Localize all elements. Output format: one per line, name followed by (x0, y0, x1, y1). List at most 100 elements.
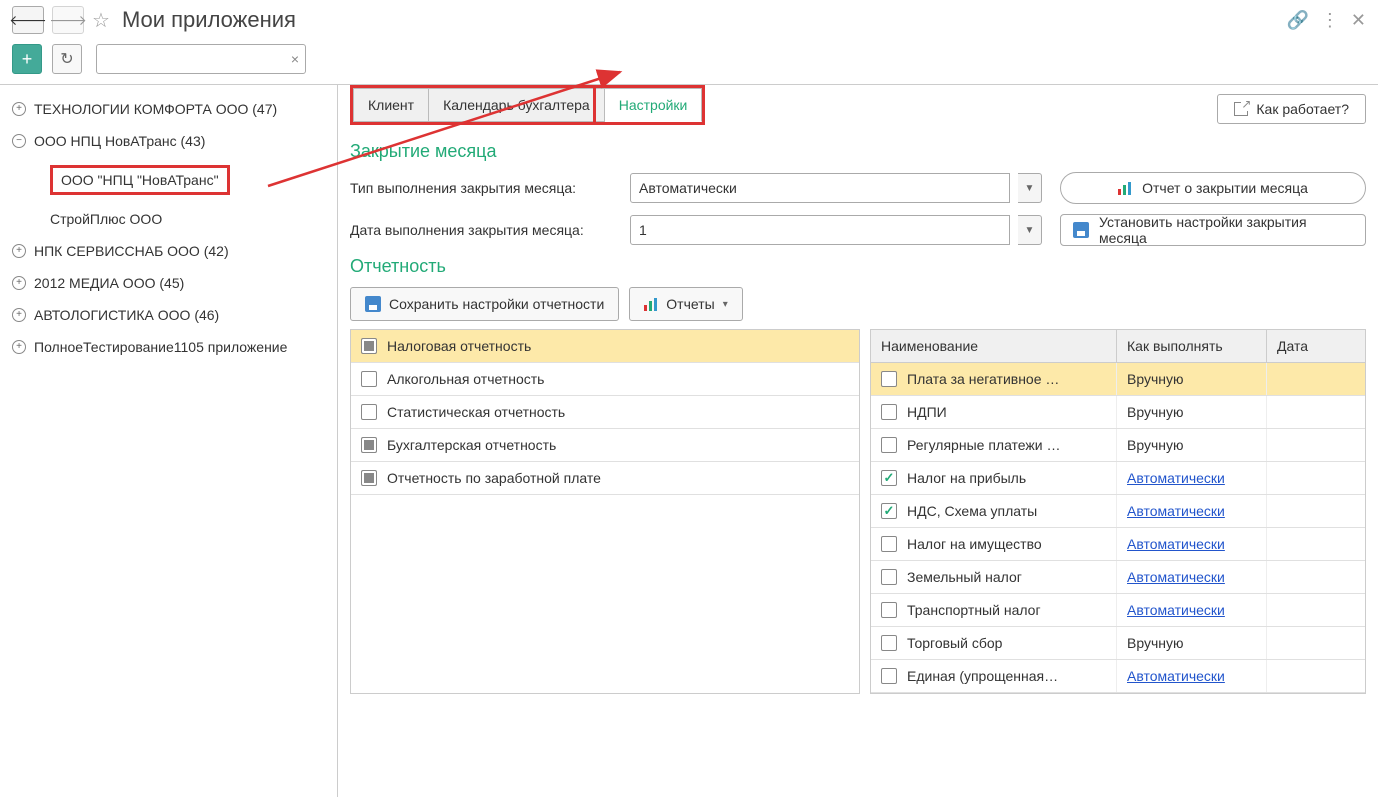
item-name: НДС, Схема уплаты (907, 503, 1037, 519)
sidebar-item[interactable]: + ТЕХНОЛОГИИ КОМФОРТА ООО (47) (0, 93, 337, 125)
th-name[interactable]: Наименование (871, 330, 1117, 362)
refresh-button[interactable]: ↻ (52, 44, 82, 74)
expand-icon[interactable]: + (12, 308, 26, 322)
nav-forward-button[interactable]: 🡒 (52, 6, 84, 34)
sidebar-item-label: ООО "НПЦ "НовАТранс" (50, 165, 230, 195)
checkbox-icon[interactable] (881, 437, 897, 453)
checkbox-icon[interactable] (361, 404, 377, 420)
th-date[interactable]: Дата (1267, 330, 1365, 362)
table-row[interactable]: Налог на имуществоАвтоматически (871, 528, 1365, 561)
page-title: Мои приложения (122, 7, 296, 33)
checkbox-icon[interactable] (881, 371, 897, 387)
expand-icon[interactable]: + (12, 244, 26, 258)
table-row[interactable]: Земельный налог Автоматически (871, 561, 1365, 594)
item-name: НДПИ (907, 404, 947, 420)
category-header-label: Налоговая отчетность (387, 338, 531, 354)
expand-icon[interactable]: + (12, 276, 26, 290)
reports-label: Отчеты (666, 296, 714, 312)
checkbox-icon[interactable] (881, 635, 897, 651)
sidebar-item-label: ТЕХНОЛОГИИ КОМФОРТА ООО (47) (34, 101, 277, 117)
how-it-works-button[interactable]: Как работает? (1217, 94, 1366, 124)
table-row[interactable]: Статистическая отчетность (351, 396, 859, 429)
checkbox-icon[interactable] (881, 470, 897, 486)
table-row[interactable]: НДПИВручную (871, 396, 1365, 429)
category-label: Бухгалтерская отчетность (387, 437, 556, 453)
expand-icon[interactable]: + (12, 340, 26, 354)
tab-client[interactable]: Клиент (353, 88, 429, 122)
save-reporting-button[interactable]: Сохранить настройки отчетности (350, 287, 619, 321)
item-how[interactable]: Автоматически (1127, 569, 1225, 585)
closing-date-dropdown-icon[interactable]: ▼ (1018, 215, 1042, 245)
checkbox-icon[interactable] (361, 371, 377, 387)
item-date (1267, 495, 1365, 527)
tab-calendar[interactable]: Календарь бухгалтера (429, 88, 605, 122)
sidebar-item[interactable]: −ООО НПЦ НовАТранс (43) (0, 125, 337, 157)
closing-report-label: Отчет о закрытии месяца (1142, 180, 1308, 196)
external-link-icon (1234, 102, 1248, 116)
closing-save-button[interactable]: Установить настройки закрытия месяца (1060, 214, 1366, 246)
checkbox-icon[interactable] (361, 437, 377, 453)
item-date (1267, 627, 1365, 659)
nav-back-button[interactable]: 🡐 (12, 6, 44, 34)
sidebar-item-label: СтройПлюс ООО (50, 211, 162, 227)
table-row[interactable]: Бухгалтерская отчетность (351, 429, 859, 462)
table-row[interactable]: Регулярные платежи …Вручную (871, 429, 1365, 462)
search-clear-icon[interactable]: × (291, 51, 299, 67)
th-how[interactable]: Как выполнять (1117, 330, 1267, 362)
closing-type-dropdown-icon[interactable]: ▼ (1018, 173, 1042, 203)
item-how[interactable]: Автоматически (1127, 470, 1225, 486)
table-header: Наименование Как выполнять Дата (871, 330, 1365, 363)
item-how[interactable]: Автоматически (1127, 536, 1225, 552)
table-row[interactable]: Транспортный налогАвтоматически (871, 594, 1365, 627)
item-name: Плата за негативное … (907, 371, 1059, 387)
more-menu-icon[interactable]: ⋮ (1321, 10, 1339, 31)
sidebar-item-label: 2012 МЕДИА ООО (45) (34, 275, 184, 291)
sidebar-item-label: ПолноеТестирование1105 приложение (34, 339, 287, 355)
item-date (1267, 528, 1365, 560)
checkbox-icon[interactable] (881, 602, 897, 618)
table-row[interactable]: Плата за негативное …Вручную (871, 363, 1365, 396)
collapse-icon[interactable]: − (12, 134, 26, 148)
closing-type-input[interactable]: Автоматически (630, 173, 1010, 203)
sidebar-item[interactable]: + ПолноеТестирование1105 приложение (0, 331, 337, 363)
table-row[interactable]: Торговый сборВручную (871, 627, 1365, 660)
item-name: Регулярные платежи … (907, 437, 1061, 453)
item-date (1267, 594, 1365, 626)
sidebar-item[interactable]: СтройПлюс ООО (0, 203, 337, 235)
search-input[interactable]: × (96, 44, 306, 74)
item-name: Земельный налог (907, 569, 1022, 585)
item-how[interactable]: Автоматически (1127, 503, 1225, 519)
checkbox-icon[interactable] (881, 569, 897, 585)
link-icon[interactable]: 🔗 (1286, 10, 1308, 31)
sidebar-item[interactable]: +АВТОЛОГИСТИКА ООО (46) (0, 299, 337, 331)
reports-dropdown-button[interactable]: Отчеты ▾ (629, 287, 742, 321)
checkbox-icon[interactable] (881, 503, 897, 519)
add-button[interactable]: + (12, 44, 42, 74)
reporting-categories-table: Налоговая отчетность Алкогольная отчетно… (350, 329, 860, 694)
item-name: Налог на прибыль (907, 470, 1026, 486)
close-icon[interactable]: ✕ (1351, 10, 1366, 31)
table-row[interactable]: Налог на прибыль Автоматически (871, 462, 1365, 495)
favorite-star-icon[interactable]: ☆ (92, 8, 110, 33)
checkbox-icon[interactable] (361, 470, 377, 486)
sidebar-item[interactable]: +НПК СЕРВИССНАБ ООО (42) (0, 235, 337, 267)
table-row[interactable]: Алкогольная отчетность (351, 363, 859, 396)
checkbox-icon[interactable] (881, 536, 897, 552)
checkbox-icon[interactable] (881, 668, 897, 684)
tab-settings[interactable]: Настройки (605, 88, 703, 122)
sidebar-item[interactable]: ООО "НПЦ "НовАТранс" (0, 157, 337, 203)
checkbox-icon[interactable] (881, 404, 897, 420)
table-header-row[interactable]: Налоговая отчетность (351, 330, 859, 363)
closing-report-button[interactable]: Отчет о закрытии месяца (1060, 172, 1366, 204)
save-icon (1073, 222, 1089, 238)
table-row[interactable]: НДС, Схема уплаты Автоматически (871, 495, 1365, 528)
sidebar-item[interactable]: +2012 МЕДИА ООО (45) (0, 267, 337, 299)
expand-icon[interactable]: + (12, 102, 26, 116)
item-date (1267, 363, 1365, 395)
closing-date-input[interactable]: 1 (630, 215, 1010, 245)
item-how[interactable]: Автоматически (1127, 668, 1225, 684)
table-row[interactable]: Единая (упрощенная…Автоматически (871, 660, 1365, 693)
item-how[interactable]: Автоматически (1127, 602, 1225, 618)
table-row[interactable]: Отчетность по заработной плате (351, 462, 859, 495)
checkbox-icon[interactable] (361, 338, 377, 354)
